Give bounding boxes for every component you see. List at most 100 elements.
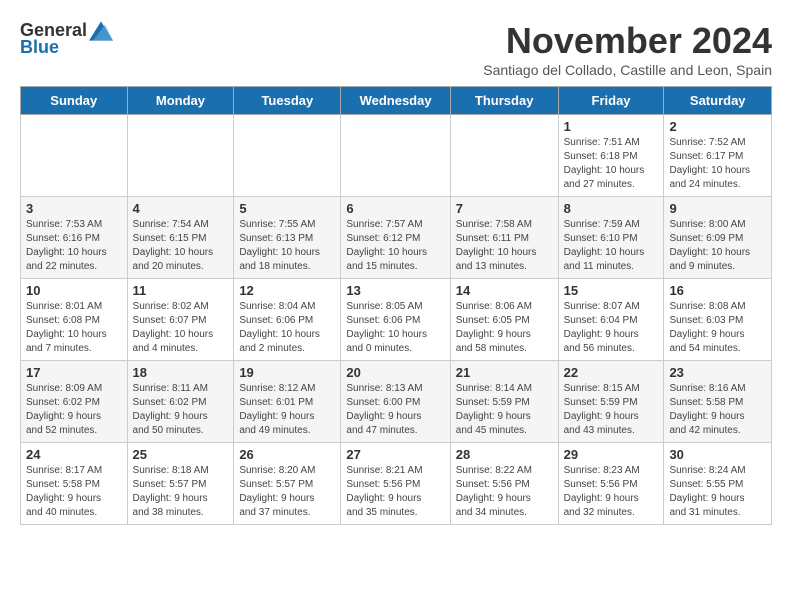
calendar-cell: 21 Sunrise: 8:14 AM Sunset: 5:59 PM Dayli… xyxy=(450,361,558,443)
day-number: 18 xyxy=(133,365,229,380)
logo-icon xyxy=(89,21,113,41)
calendar-week-5: 24 Sunrise: 8:17 AM Sunset: 5:58 PM Dayli… xyxy=(21,443,772,525)
calendar-cell: 6 Sunrise: 7:57 AM Sunset: 6:12 PM Daylig… xyxy=(341,197,450,279)
day-info: Sunrise: 7:51 AM Sunset: 6:18 PM Dayligh… xyxy=(564,136,659,192)
calendar-cell: 26 Sunrise: 8:20 AM Sunset: 5:57 PM Dayli… xyxy=(234,443,341,525)
calendar-cell: 13Sunrise: 8:05 AM Sunset: 6:06 PM Dayli… xyxy=(341,279,450,361)
calendar-cell: 4Sunrise: 7:54 AM Sunset: 6:15 PM Daylig… xyxy=(127,197,234,279)
day-number: 26 xyxy=(239,447,335,462)
day-number: 14 xyxy=(456,283,553,298)
day-number: 1 xyxy=(564,119,659,134)
calendar-cell xyxy=(450,115,558,197)
day-info: Sunrise: 7:52 AM Sunset: 6:17 PM Dayligh… xyxy=(669,136,766,192)
calendar-week-3: 10 Sunrise: 8:01 AM Sunset: 6:08 PM Dayli… xyxy=(21,279,772,361)
calendar-cell: 30 Sunrise: 8:24 AM Sunset: 5:55 PM Dayli… xyxy=(664,443,772,525)
header-saturday: Saturday xyxy=(664,87,772,115)
day-info: Sunrise: 8:07 AM Sunset: 6:04 PM Dayligh… xyxy=(564,300,659,356)
day-info: Sunrise: 8:15 AM Sunset: 5:59 PM Dayligh… xyxy=(564,382,659,438)
day-number: 16 xyxy=(669,283,766,298)
page-header: General Blue November 2024 Santiago del … xyxy=(20,20,772,78)
calendar-cell: 1 Sunrise: 7:51 AM Sunset: 6:18 PM Daylig… xyxy=(558,115,664,197)
calendar-cell: 14 Sunrise: 8:06 AM Sunset: 6:05 PM Dayli… xyxy=(450,279,558,361)
day-info: Sunrise: 8:20 AM Sunset: 5:57 PM Dayligh… xyxy=(239,464,335,520)
day-number: 15 xyxy=(564,283,659,298)
day-info: Sunrise: 7:58 AM Sunset: 6:11 PM Dayligh… xyxy=(456,218,553,274)
day-number: 2 xyxy=(669,119,766,134)
calendar-cell: 19 Sunrise: 8:12 AM Sunset: 6:01 PM Dayli… xyxy=(234,361,341,443)
day-number: 10 xyxy=(26,283,122,298)
calendar-cell: 29 Sunrise: 8:23 AM Sunset: 5:56 PM Dayli… xyxy=(558,443,664,525)
month-title: November 2024 xyxy=(483,20,772,62)
day-number: 22 xyxy=(564,365,659,380)
day-number: 29 xyxy=(564,447,659,462)
day-number: 12 xyxy=(239,283,335,298)
header-sunday: Sunday xyxy=(21,87,128,115)
day-number: 20 xyxy=(346,365,444,380)
day-number: 7 xyxy=(456,201,553,216)
day-info: Sunrise: 8:22 AM Sunset: 5:56 PM Dayligh… xyxy=(456,464,553,520)
calendar-cell: 12 Sunrise: 8:04 AM Sunset: 6:06 PM Dayli… xyxy=(234,279,341,361)
calendar-cell: 3 Sunrise: 7:53 AM Sunset: 6:16 PM Daylig… xyxy=(21,197,128,279)
day-number: 23 xyxy=(669,365,766,380)
calendar: Sunday Monday Tuesday Wednesday Thursday… xyxy=(20,86,772,525)
calendar-cell: 11Sunrise: 8:02 AM Sunset: 6:07 PM Dayli… xyxy=(127,279,234,361)
calendar-cell: 24 Sunrise: 8:17 AM Sunset: 5:58 PM Dayli… xyxy=(21,443,128,525)
day-info: Sunrise: 8:16 AM Sunset: 5:58 PM Dayligh… xyxy=(669,382,766,438)
day-info: Sunrise: 8:02 AM Sunset: 6:07 PM Dayligh… xyxy=(133,300,229,356)
day-info: Sunrise: 8:06 AM Sunset: 6:05 PM Dayligh… xyxy=(456,300,553,356)
day-info: Sunrise: 7:53 AM Sunset: 6:16 PM Dayligh… xyxy=(26,218,122,274)
calendar-cell: 10 Sunrise: 8:01 AM Sunset: 6:08 PM Dayli… xyxy=(21,279,128,361)
calendar-cell: 20Sunrise: 8:13 AM Sunset: 6:00 PM Dayli… xyxy=(341,361,450,443)
day-info: Sunrise: 7:54 AM Sunset: 6:15 PM Dayligh… xyxy=(133,218,229,274)
day-info: Sunrise: 8:21 AM Sunset: 5:56 PM Dayligh… xyxy=(346,464,444,520)
day-info: Sunrise: 8:00 AM Sunset: 6:09 PM Dayligh… xyxy=(669,218,766,274)
day-info: Sunrise: 8:23 AM Sunset: 5:56 PM Dayligh… xyxy=(564,464,659,520)
day-number: 24 xyxy=(26,447,122,462)
header-tuesday: Tuesday xyxy=(234,87,341,115)
calendar-cell: 27Sunrise: 8:21 AM Sunset: 5:56 PM Dayli… xyxy=(341,443,450,525)
day-number: 30 xyxy=(669,447,766,462)
day-number: 3 xyxy=(26,201,122,216)
day-info: Sunrise: 8:17 AM Sunset: 5:58 PM Dayligh… xyxy=(26,464,122,520)
calendar-week-2: 3 Sunrise: 7:53 AM Sunset: 6:16 PM Daylig… xyxy=(21,197,772,279)
day-info: Sunrise: 8:09 AM Sunset: 6:02 PM Dayligh… xyxy=(26,382,122,438)
calendar-cell xyxy=(21,115,128,197)
day-number: 19 xyxy=(239,365,335,380)
calendar-cell: 9Sunrise: 8:00 AM Sunset: 6:09 PM Daylig… xyxy=(664,197,772,279)
day-info: Sunrise: 7:57 AM Sunset: 6:12 PM Dayligh… xyxy=(346,218,444,274)
day-info: Sunrise: 8:01 AM Sunset: 6:08 PM Dayligh… xyxy=(26,300,122,356)
day-info: Sunrise: 8:24 AM Sunset: 5:55 PM Dayligh… xyxy=(669,464,766,520)
day-number: 17 xyxy=(26,365,122,380)
calendar-cell: 5Sunrise: 7:55 AM Sunset: 6:13 PM Daylig… xyxy=(234,197,341,279)
day-info: Sunrise: 7:59 AM Sunset: 6:10 PM Dayligh… xyxy=(564,218,659,274)
day-info: Sunrise: 8:08 AM Sunset: 6:03 PM Dayligh… xyxy=(669,300,766,356)
day-info: Sunrise: 8:04 AM Sunset: 6:06 PM Dayligh… xyxy=(239,300,335,356)
header-wednesday: Wednesday xyxy=(341,87,450,115)
day-number: 21 xyxy=(456,365,553,380)
subtitle: Santiago del Collado, Castille and Leon,… xyxy=(483,62,772,78)
calendar-cell: 25 Sunrise: 8:18 AM Sunset: 5:57 PM Dayli… xyxy=(127,443,234,525)
day-number: 28 xyxy=(456,447,553,462)
day-number: 25 xyxy=(133,447,229,462)
calendar-cell: 2 Sunrise: 7:52 AM Sunset: 6:17 PM Daylig… xyxy=(664,115,772,197)
calendar-cell: 28 Sunrise: 8:22 AM Sunset: 5:56 PM Dayli… xyxy=(450,443,558,525)
day-info: Sunrise: 8:12 AM Sunset: 6:01 PM Dayligh… xyxy=(239,382,335,438)
calendar-cell: 18Sunrise: 8:11 AM Sunset: 6:02 PM Dayli… xyxy=(127,361,234,443)
day-info: Sunrise: 8:18 AM Sunset: 5:57 PM Dayligh… xyxy=(133,464,229,520)
calendar-cell: 22 Sunrise: 8:15 AM Sunset: 5:59 PM Dayli… xyxy=(558,361,664,443)
header-monday: Monday xyxy=(127,87,234,115)
day-number: 5 xyxy=(239,201,335,216)
logo: General Blue xyxy=(20,20,113,58)
calendar-cell xyxy=(341,115,450,197)
header-thursday: Thursday xyxy=(450,87,558,115)
day-info: Sunrise: 8:14 AM Sunset: 5:59 PM Dayligh… xyxy=(456,382,553,438)
day-number: 13 xyxy=(346,283,444,298)
logo-blue: Blue xyxy=(20,37,59,58)
calendar-header-row: Sunday Monday Tuesday Wednesday Thursday… xyxy=(21,87,772,115)
day-number: 8 xyxy=(564,201,659,216)
day-number: 6 xyxy=(346,201,444,216)
calendar-cell xyxy=(234,115,341,197)
calendar-cell: 17 Sunrise: 8:09 AM Sunset: 6:02 PM Dayli… xyxy=(21,361,128,443)
header-friday: Friday xyxy=(558,87,664,115)
calendar-week-4: 17 Sunrise: 8:09 AM Sunset: 6:02 PM Dayli… xyxy=(21,361,772,443)
